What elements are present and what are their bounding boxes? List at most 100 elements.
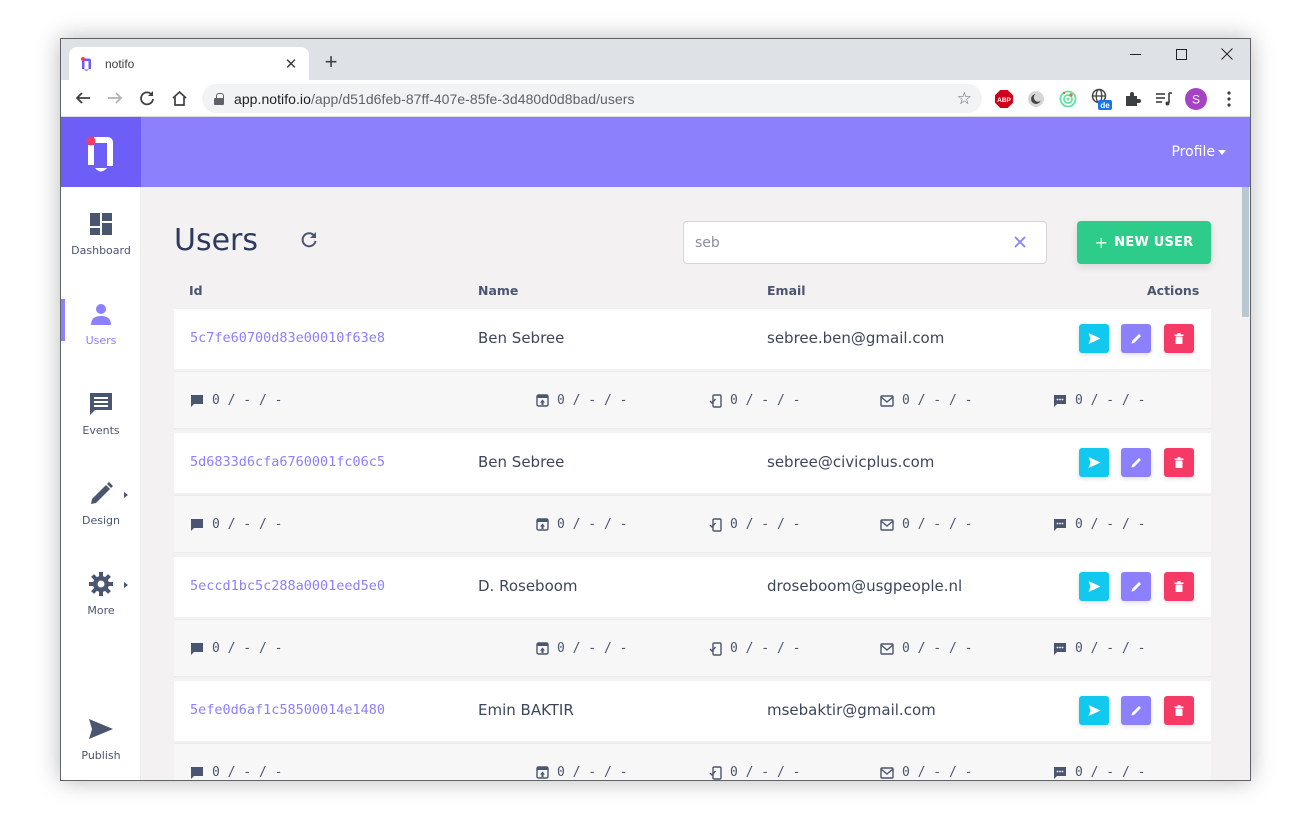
user-name: Ben Sebree [478,453,565,471]
home-button[interactable] [163,84,195,112]
profile-dropdown[interactable]: Profile [1171,144,1226,160]
target-extension-icon[interactable] [1057,88,1079,110]
user-channel-stats: 0 / - / - 0 / - / - 0 / - / - 0 / - / - 0 / … [174,619,1211,677]
mobile-push-icon [536,642,553,655]
url-text: app.notifo.io/app/d51d6feb-87ff-407e-85f… [234,90,635,107]
channel-stat: 0 / - / - [880,393,972,408]
user-row-main[interactable]: 5eccd1bc5c288a0001eed5e0 D. Roseboom dro… [174,557,1211,617]
notifo-app: Profile Dashboard Users Events Design Mo… [61,117,1250,780]
extensions-puzzle-icon[interactable] [1121,88,1143,110]
browser-toolbar: app.notifo.io/app/d51d6feb-87ff-407e-85f… [61,80,1250,117]
tab-close-icon[interactable]: ✕ [283,55,299,73]
back-button[interactable] [67,84,99,112]
pencil-icon [1131,706,1141,716]
channel-stat: 0 / - / - [536,641,627,656]
mobile-push-icon [536,766,553,779]
trash-icon [1174,581,1184,592]
sidebar-item-design[interactable]: Design [61,481,141,529]
channel-stat: 0 / - / - [709,517,800,532]
channel-stat-value: 0 / - / - [212,765,283,780]
scrollbar-thumb[interactable] [1242,187,1249,317]
edit-user-button[interactable] [1121,572,1151,601]
send-icon [1088,581,1100,592]
edit-user-button[interactable] [1121,448,1151,477]
svg-text:ABP: ABP [997,97,1011,104]
edit-user-button[interactable] [1121,324,1151,353]
user-id-link[interactable]: 5d6833d6cfa6760001fc06c5 [190,454,385,470]
channel-stat: 0 / - / - [1053,641,1145,656]
refresh-button[interactable] [298,229,320,251]
channel-stat-value: 0 / - / - [557,393,628,408]
channel-stat-value: 0 / - / - [730,517,801,532]
dark-reader-icon[interactable] [1025,88,1047,110]
channel-stat-value: 0 / - / - [557,641,628,656]
pencil-icon [1131,582,1141,592]
channel-stat: 0 / - / - [1053,765,1145,780]
tab-title: notifo [105,56,135,71]
new-tab-button[interactable]: + [319,51,343,75]
channel-stat: 0 / - / - [880,765,972,780]
channel-stat: 0 / - / - [536,517,627,532]
delete-user-button[interactable] [1164,324,1194,353]
maximize-button[interactable] [1158,39,1204,69]
channel-stat: 0 / - / - [190,765,282,780]
minimize-icon [1129,53,1141,55]
sidebar-item-dashboard[interactable]: Dashboard [61,211,141,259]
channel-stat-value: 0 / - / - [730,393,801,408]
adblock-plus-icon[interactable]: ABP [993,88,1015,110]
delete-user-button[interactable] [1164,572,1194,601]
trash-icon [1174,333,1184,344]
delete-user-button[interactable] [1164,696,1194,725]
user-row-main[interactable]: 5c7fe60700d83e00010f63e8 Ben Sebree sebr… [174,309,1211,369]
send-notification-button[interactable] [1079,448,1109,477]
sidebar-item-events[interactable]: Events [61,391,141,439]
minimize-button[interactable] [1112,39,1158,69]
search-field[interactable] [683,221,1047,264]
address-bar[interactable]: app.notifo.io/app/d51d6feb-87ff-407e-85f… [202,84,982,113]
user-row-main[interactable]: 5d6833d6cfa6760001fc06c5 Ben Sebree sebr… [174,433,1211,493]
browser-menu-icon[interactable] [1218,88,1240,110]
top-header: Profile [141,117,1250,187]
chat-icon [88,391,114,417]
browser-tab[interactable]: notifo ✕ [69,47,309,80]
user-id-link[interactable]: 5eccd1bc5c288a0001eed5e0 [190,578,385,594]
new-user-button[interactable]: + NEW USER [1077,221,1211,264]
search-input[interactable] [684,222,984,263]
channel-stat-value: 0 / - / - [1075,393,1146,408]
clear-search-icon[interactable] [1012,234,1028,250]
user-id-link[interactable]: 5c7fe60700d83e00010f63e8 [190,330,385,346]
reload-button[interactable] [131,84,163,112]
scrollbar[interactable] [1241,187,1250,780]
sms-icon [1053,642,1071,656]
channel-stat: 0 / - / - [1053,393,1145,408]
send-notification-button[interactable] [1079,696,1109,725]
send-notification-button[interactable] [1079,324,1109,353]
sidebar-item-more[interactable]: More [61,571,141,619]
close-window-button[interactable] [1204,39,1250,69]
forward-button[interactable] [99,84,131,112]
edit-user-button[interactable] [1121,696,1151,725]
profile-avatar[interactable]: S [1185,88,1207,110]
sms-icon [1053,518,1071,532]
channel-stat-value: 0 / - / - [730,641,801,656]
user-channel-stats: 0 / - / - 0 / - / - 0 / - / - 0 / - / - 0 / … [174,371,1211,429]
bookmark-star-icon[interactable]: ☆ [957,89,972,109]
sidebar-item-publish[interactable]: Publish [61,716,141,764]
email-icon [880,394,898,407]
web-push-icon [190,766,208,780]
browser-window: notifo ✕ + app.notifo.io/app/d51d6feb-87… [60,38,1251,781]
email-icon [880,642,898,655]
pencil-icon [1131,334,1141,344]
media-queue-icon[interactable] [1153,88,1175,110]
user-id-link[interactable]: 5efe0d6af1c58500014e1480 [190,702,385,718]
translate-de-icon[interactable]: de [1090,88,1112,110]
user-row-main[interactable]: 5efe0d6af1c58500014e1480 Emin BAKTIR mse… [174,681,1211,741]
sidebar-item-users[interactable]: Users [61,301,141,349]
delete-user-button[interactable] [1164,448,1194,477]
send-notification-button[interactable] [1079,572,1109,601]
tab-strip: notifo ✕ + [61,39,1250,80]
notifo-logo[interactable] [61,117,141,187]
send-icon [1088,457,1100,468]
sms-icon [1053,394,1071,408]
mobile-check-icon [709,641,726,656]
